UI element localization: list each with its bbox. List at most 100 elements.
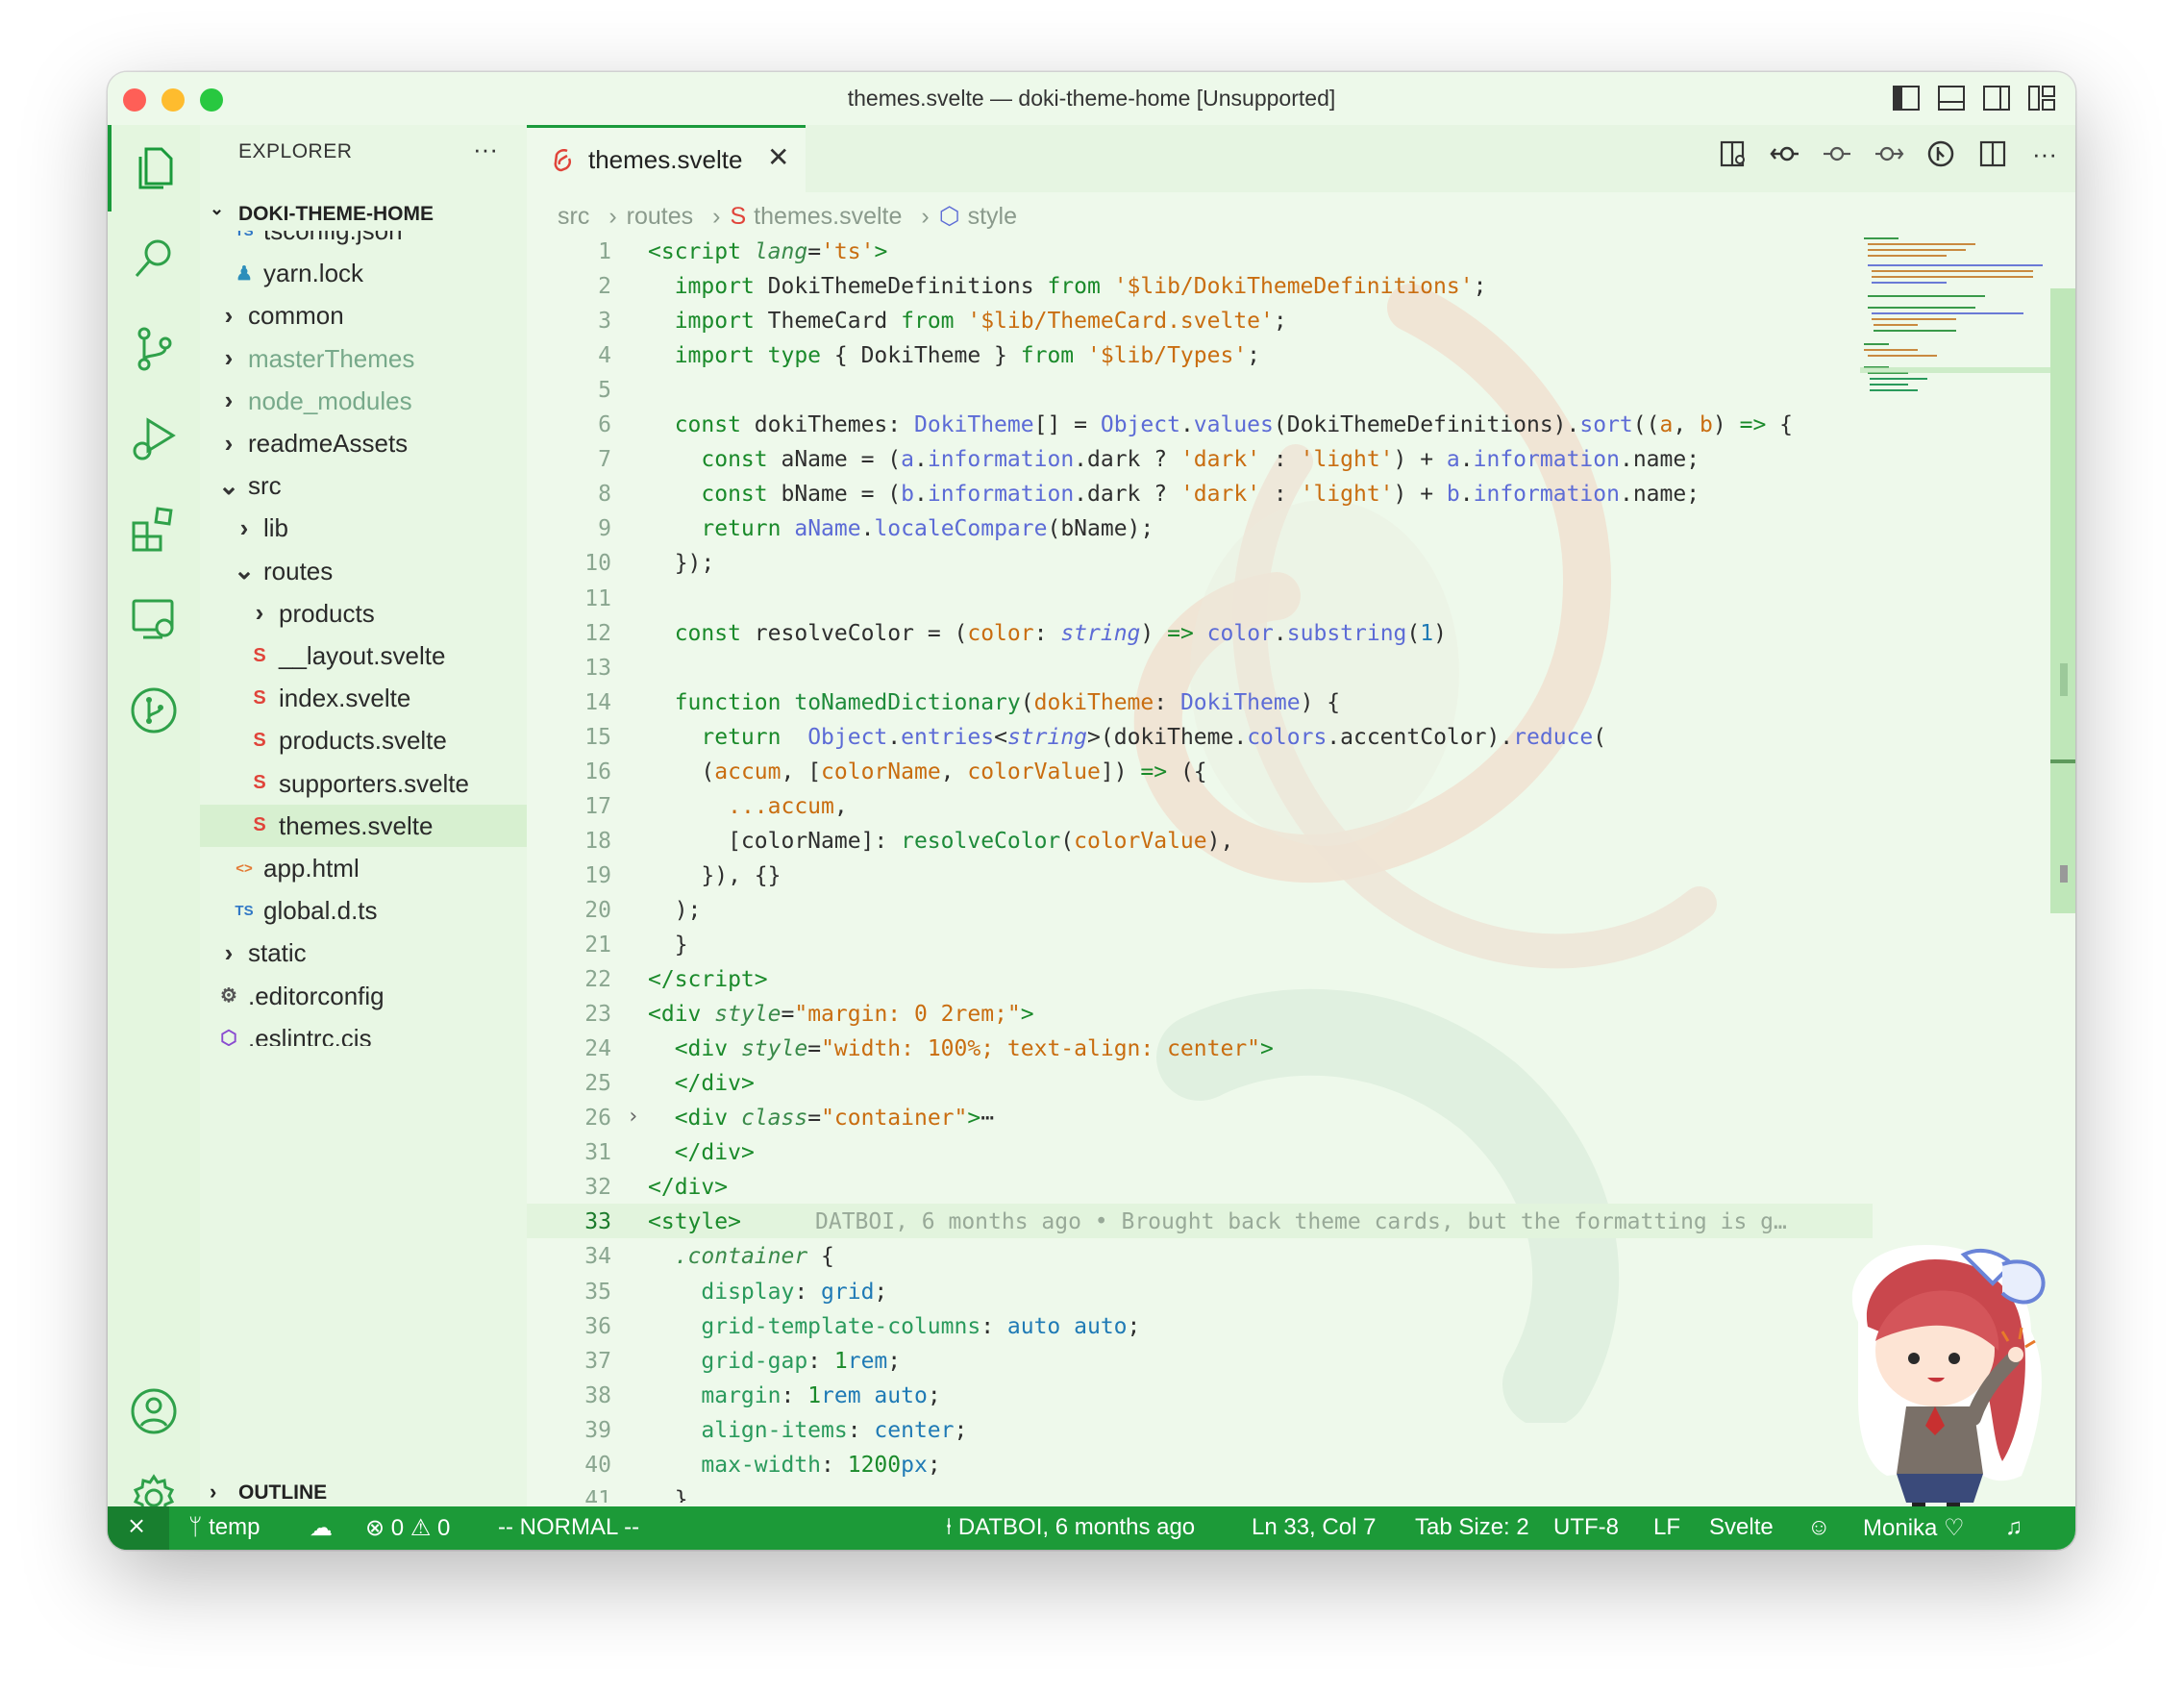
- git-blame-indicator[interactable]: ⍿ DATBOI, 6 months ago: [946, 1514, 1195, 1541]
- file-item[interactable]: ♟ yarn.lock: [200, 252, 527, 294]
- code-line: 20 );: [527, 892, 1873, 927]
- typescript-file-icon: TS: [235, 231, 254, 239]
- file-item[interactable]: ⬡ .eslintrc.cjs: [200, 1017, 527, 1046]
- breadcrumb-label: style: [967, 203, 1017, 230]
- folder-item[interactable]: › products: [200, 592, 527, 634]
- code-line: 41 }: [527, 1481, 1873, 1503]
- customize-layout-icon[interactable]: [2027, 84, 2056, 112]
- explorer-sidebar: EXPLORER ··· ⌄ DOKI-THEME-HOME TS tsconfi…: [200, 125, 528, 1542]
- file-item[interactable]: Sproducts.svelte: [200, 719, 527, 761]
- code-line: 9 return aName.localeCompare(bName);: [527, 510, 1873, 545]
- code-text: </script>: [648, 967, 768, 993]
- feedback-icon[interactable]: ☺: [1807, 1514, 1831, 1541]
- git-commit-icon[interactable]: [1822, 138, 1852, 169]
- eslint-file-icon: ⬡: [220, 1028, 237, 1046]
- folder-item[interactable]: › common: [200, 294, 527, 336]
- chevron-right-icon: ›: [224, 937, 234, 967]
- file-item[interactable]: ⚙ .editorconfig: [200, 975, 527, 1017]
- line-number: 26: [584, 1106, 611, 1132]
- split-editor-icon[interactable]: [1977, 138, 2008, 169]
- scroll-marker: [2050, 759, 2075, 763]
- folder-item[interactable]: ⌄ routes: [200, 550, 527, 592]
- workspace-header[interactable]: ⌄ DOKI-THEME-HOME: [200, 197, 527, 232]
- extensions-icon[interactable]: [108, 486, 200, 573]
- folder-item[interactable]: › lib: [200, 507, 527, 549]
- close-icon[interactable]: ✕: [767, 141, 789, 173]
- vertical-scrollbar[interactable]: [2050, 288, 2075, 913]
- folder-item[interactable]: › static: [200, 932, 527, 974]
- toggle-secondary-sidebar-icon[interactable]: [1982, 84, 2011, 112]
- search-icon[interactable]: [108, 215, 200, 302]
- code-text: <div style="margin: 0 2rem;">: [648, 1002, 1034, 1028]
- cursor-position[interactable]: Ln 33, Col 7: [1252, 1514, 1376, 1541]
- code-text: <div style="width: 100%; text-align: cen…: [674, 1036, 1274, 1062]
- code-line: 40 max-width: 1200px;: [527, 1447, 1873, 1481]
- explorer-icon[interactable]: [108, 125, 200, 212]
- file-item[interactable]: <> app.html: [200, 847, 527, 889]
- code-line: 5: [527, 372, 1873, 407]
- git-next-change-icon[interactable]: [1874, 138, 1904, 169]
- line-number: 4: [598, 343, 611, 369]
- code-line: 15 return Object.entries<string>(dokiThe…: [527, 719, 1873, 754]
- theme-indicator[interactable]: Monika ♡: [1863, 1514, 1965, 1542]
- code-editor[interactable]: 1 <script lang='ts'> 2 import DokiThemeDef…: [527, 234, 1873, 1503]
- tab-themes-svelte[interactable]: themes.svelte ✕: [527, 125, 806, 192]
- problems-indicator[interactable]: ⊗ 0 ⚠ 0: [365, 1514, 450, 1542]
- open-preview-icon[interactable]: [1718, 138, 1749, 169]
- line-number: 18: [584, 828, 611, 854]
- encoding[interactable]: UTF-8: [1553, 1514, 1619, 1541]
- accounts-icon[interactable]: [108, 1368, 200, 1455]
- remote-indicator[interactable]: ⨯: [108, 1506, 169, 1550]
- breadcrumb-item[interactable]: Sthemes.svelte: [730, 203, 911, 230]
- code-text: max-width: 1200px;: [701, 1452, 941, 1478]
- yarn-file-icon: ♟: [236, 262, 253, 285]
- breadcrumb-separator: ›: [608, 203, 617, 230]
- item-label: static: [248, 938, 307, 968]
- code-line: 35 display: grid;: [527, 1274, 1873, 1308]
- code-line: 34 .container {: [527, 1238, 1873, 1273]
- file-item[interactable]: Sindex.svelte: [200, 677, 527, 719]
- file-item[interactable]: Ssupporters.svelte: [200, 762, 527, 805]
- line-ending[interactable]: LF: [1653, 1514, 1680, 1541]
- language-mode[interactable]: Svelte: [1709, 1514, 1774, 1541]
- folder-item[interactable]: › readmeAssets: [200, 422, 527, 464]
- code-line: 8 const bName = (b.information.dark ? 'd…: [527, 476, 1873, 510]
- minimap[interactable]: [1860, 233, 2052, 396]
- status-bar: ⨯ ᛘ temp ☁ ⊗ 0 ⚠ 0 -- NORMAL -- ⍿ DATBOI…: [108, 1506, 2075, 1550]
- toggle-primary-sidebar-icon[interactable]: [1892, 84, 1921, 112]
- toggle-panel-icon[interactable]: [1937, 84, 1966, 112]
- code-line: 26 › <div class="container">⋯: [527, 1100, 1873, 1134]
- file-item[interactable]: Sthemes.svelte: [200, 804, 527, 847]
- run-debug-icon[interactable]: [108, 396, 200, 483]
- vscode-window: themes.svelte — doki-theme-home [Unsuppo…: [108, 72, 2075, 1550]
- item-label: products: [279, 598, 375, 628]
- folder-item[interactable]: ⌄ src: [200, 464, 527, 507]
- breadcrumb-item[interactable]: ⬡ style: [939, 203, 1027, 230]
- breadcrumb-label: themes.svelte: [754, 203, 903, 230]
- remote-explorer-icon[interactable]: [108, 577, 200, 663]
- folder-item[interactable]: › masterThemes: [200, 337, 527, 380]
- line-number: 31: [584, 1140, 611, 1166]
- notifications-bell-icon[interactable]: ♫: [2005, 1514, 2023, 1541]
- file-item[interactable]: S __layout.svelte: [200, 634, 527, 677]
- git-previous-change-icon[interactable]: [1770, 138, 1800, 169]
- code-line: 6 const dokiThemes: DokiTheme[] = Object…: [527, 407, 1873, 441]
- sync-cloud-icon[interactable]: ☁: [310, 1514, 333, 1542]
- git-graph-icon[interactable]: [108, 667, 200, 754]
- tab-size[interactable]: Tab Size: 2: [1415, 1514, 1529, 1541]
- explorer-more-actions-icon[interactable]: ···: [473, 135, 498, 164]
- file-item[interactable]: TS tsconfig.json: [200, 231, 527, 252]
- breadcrumb-item[interactable]: routes: [627, 203, 703, 230]
- code-line: 10 });: [527, 545, 1873, 580]
- code-text: ...accum,: [728, 793, 848, 819]
- code-text: <div class="container">⋯: [674, 1106, 995, 1132]
- breadcrumb-item[interactable]: src: [558, 203, 599, 230]
- more-actions-icon[interactable]: ···: [2029, 138, 2060, 169]
- error-count: 0: [390, 1515, 405, 1541]
- branch-indicator[interactable]: ᛘ temp: [188, 1514, 260, 1541]
- source-control-icon[interactable]: [108, 306, 200, 392]
- timeline-history-icon[interactable]: [1925, 138, 1956, 169]
- fold-chevron-icon[interactable]: ›: [627, 1105, 639, 1129]
- folder-item[interactable]: › node_modules: [200, 380, 527, 422]
- file-item[interactable]: TS global.d.ts: [200, 889, 527, 932]
